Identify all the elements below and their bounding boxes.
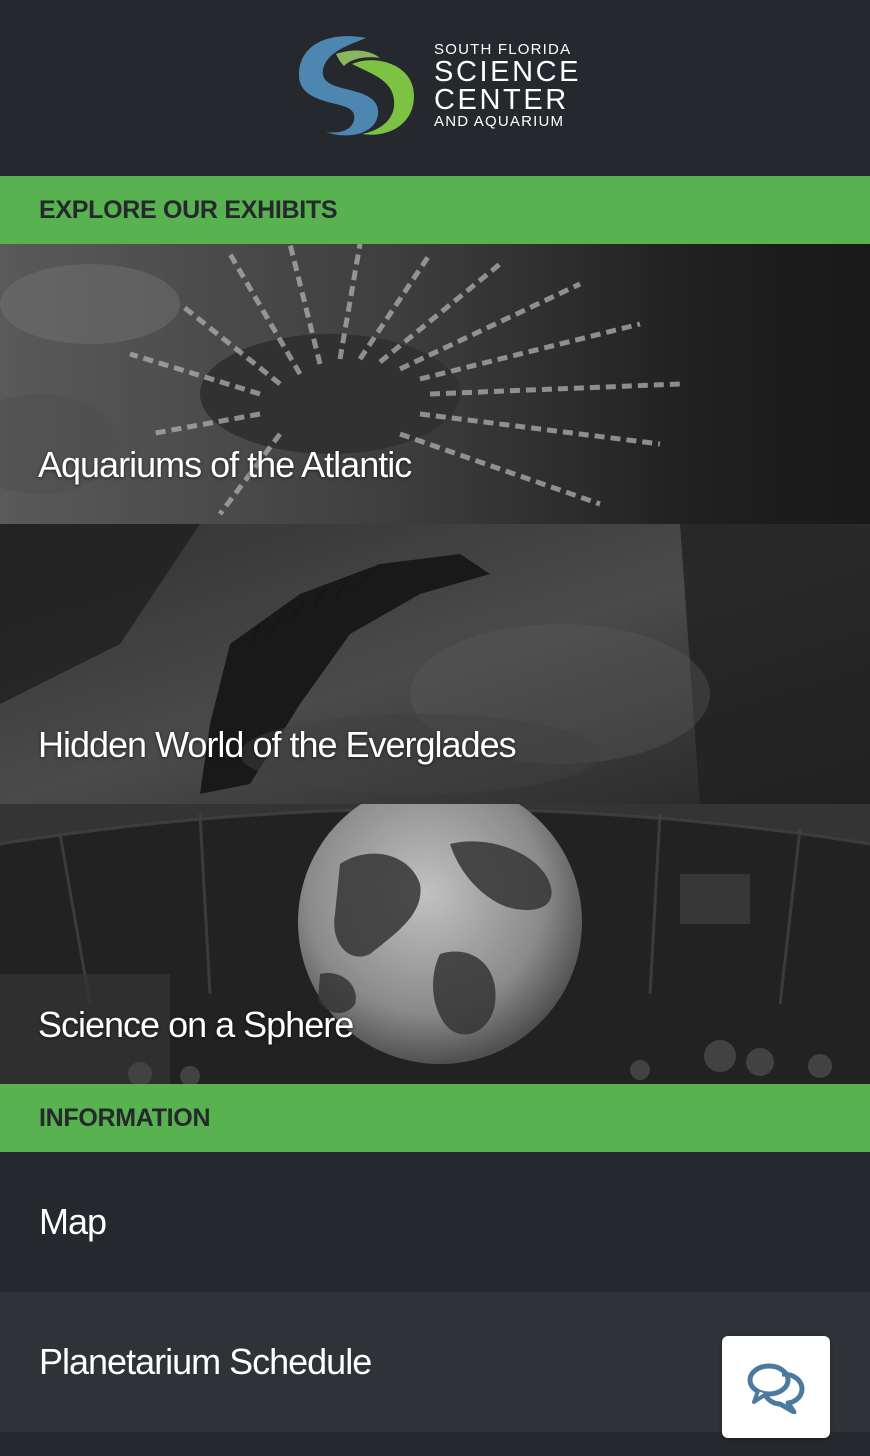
information-section-heading: INFORMATION — [0, 1084, 870, 1152]
exhibit-item-everglades[interactable]: Hidden World of the Everglades — [0, 524, 870, 804]
logo-line-aquarium: AND AQUARIUM — [434, 113, 565, 130]
info-item-label: Planetarium Schedule — [39, 1341, 372, 1382]
exhibit-item-sphere[interactable]: Science on a Sphere — [0, 804, 870, 1084]
logo-wordmark: SOUTH FLORIDA SCIENCE CENTER AND AQUARIU… — [434, 42, 581, 130]
logo-mark-icon — [298, 36, 414, 136]
chat-button[interactable] — [722, 1336, 830, 1438]
logo-line-science: SCIENCE — [434, 56, 582, 88]
exhibit-label: Science on a Sphere — [38, 1004, 354, 1045]
logo-line-center: CENTER — [434, 84, 569, 116]
chat-bubbles-icon — [747, 1363, 805, 1414]
exhibits-heading-text: EXPLORE OUR EXHIBITS — [39, 196, 338, 224]
info-item-map[interactable]: Map — [0, 1152, 870, 1292]
exhibit-label: Hidden World of the Everglades — [38, 724, 517, 765]
exhibits-section-heading: EXPLORE OUR EXHIBITS — [0, 176, 870, 244]
exhibit-item-aquariums[interactable]: Aquariums of the Atlantic — [0, 244, 870, 524]
information-heading-text: INFORMATION — [39, 1104, 211, 1132]
app-header: SOUTH FLORIDA SCIENCE CENTER AND AQUARIU… — [0, 0, 870, 176]
exhibit-label: Aquariums of the Atlantic — [38, 444, 412, 485]
info-item-label: Map — [39, 1201, 107, 1242]
